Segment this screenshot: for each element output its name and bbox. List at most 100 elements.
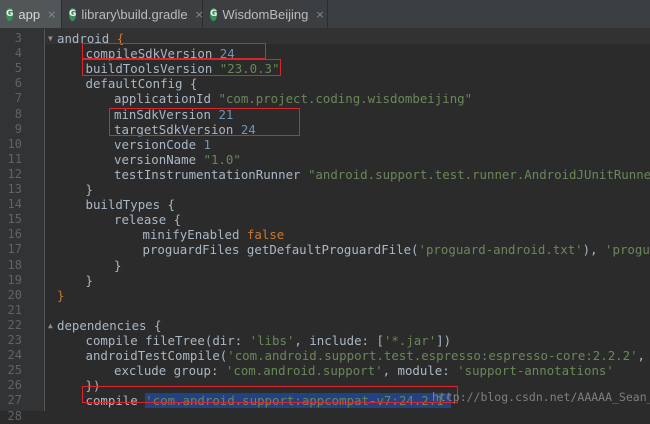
code-token: '*.jar'	[384, 333, 436, 348]
highlight-box-sdk-version	[82, 43, 266, 59]
code-line[interactable]: buildTypes {	[86, 197, 176, 212]
code-token: include:	[309, 333, 376, 348]
code-token: 1	[204, 137, 211, 152]
gradle-icon: G	[69, 8, 76, 21]
line-number: 27	[0, 393, 22, 408]
highlight-box-appcompat	[82, 386, 458, 403]
code-token: ,	[294, 333, 309, 348]
close-icon[interactable]: ×	[195, 8, 204, 21]
code-token: }	[57, 288, 64, 303]
code-line[interactable]: androidTestCompile('com.android.support.…	[86, 348, 650, 363]
line-number: 13	[0, 182, 22, 197]
line-number: 3	[0, 31, 22, 46]
code-token: }	[86, 182, 93, 197]
code-token: "android.support.test.runner.AndroidJUni…	[308, 167, 650, 182]
highlight-box-min-target-sdk	[109, 108, 300, 136]
code-token: 'com.android.support.test.espresso:espre…	[227, 348, 637, 363]
line-number: 15	[0, 212, 22, 227]
code-line[interactable]: proguardFiles getDefaultProguardFile('pr…	[143, 242, 650, 257]
tab-label: app	[18, 7, 40, 22]
code-token: 'com.android.support'	[226, 363, 383, 378]
tab-1[interactable]: Glibrary\build.gradle ×	[63, 0, 203, 28]
line-number: 24	[0, 348, 22, 363]
code-token: ])	[436, 333, 451, 348]
code-token: 'support-annotations'	[457, 363, 614, 378]
line-number: 26	[0, 378, 22, 393]
code-line[interactable]: compile fileTree(dir: 'libs', include: […	[86, 333, 452, 348]
code-token: buildTypes {	[86, 197, 176, 212]
line-number: 11	[0, 152, 22, 167]
code-token: proguardFiles getDefaultProguardFile(	[143, 242, 419, 257]
code-token: }	[86, 273, 93, 288]
line-number: 17	[0, 242, 22, 257]
highlight-box-build-tools	[82, 59, 281, 76]
code-token: "1.0"	[204, 152, 241, 167]
code-line[interactable]: minifyEnabled false	[143, 227, 285, 242]
fold-marker-icon[interactable]: ▲	[48, 318, 53, 333]
code-line[interactable]: versionCode 1	[114, 137, 211, 152]
close-icon[interactable]: ×	[47, 8, 56, 21]
tab-label: library\build.gradle	[81, 7, 187, 22]
code-line[interactable]: dependencies {	[57, 318, 161, 333]
line-number: 25	[0, 363, 22, 378]
code-token: compile fileTree(	[86, 333, 213, 348]
code-line[interactable]: testInstrumentationRunner "android.suppo…	[114, 167, 650, 182]
code-token: versionCode	[114, 137, 204, 152]
code-token: , {	[638, 348, 650, 363]
code-token: release {	[114, 212, 181, 227]
line-number: 12	[0, 167, 22, 182]
code-token: "com.project.coding.wisdombeijing"	[218, 91, 472, 106]
code-token: ),	[583, 242, 605, 257]
code-token: dir:	[212, 333, 249, 348]
line-number: 21	[0, 303, 22, 318]
code-token: androidTestCompile(	[86, 348, 228, 363]
code-token: dependencies {	[57, 318, 161, 333]
code-token: 'libs'	[250, 333, 295, 348]
code-token: 'proguard-android.txt'	[419, 242, 583, 257]
code-line[interactable]: exclude group: 'com.android.support', mo…	[114, 363, 614, 378]
close-icon[interactable]: ×	[315, 8, 324, 21]
code-token: }	[114, 258, 121, 273]
tab-0[interactable]: Gapp ×	[0, 0, 62, 28]
tab-2[interactable]: G WisdomBeijing ×	[204, 0, 328, 28]
code-token: , module:	[383, 363, 458, 378]
line-number: 16	[0, 227, 22, 242]
code-line[interactable]: }	[57, 288, 64, 303]
fold-marker-icon[interactable]: ▼	[48, 31, 53, 46]
code-line[interactable]: applicationId "com.project.coding.wisdom…	[114, 91, 472, 106]
line-number: 5	[0, 61, 22, 76]
gradle-icon: G	[210, 8, 217, 21]
line-number: 23	[0, 333, 22, 348]
watermark: http://blog.csdn.net/AAAAA_Sean_M	[432, 390, 650, 404]
code-line[interactable]: release {	[114, 212, 181, 227]
code-token: exclude group:	[114, 363, 226, 378]
code-token: testInstrumentationRunner	[114, 167, 308, 182]
line-number: 9	[0, 122, 22, 137]
code-editor[interactable]: android {compileSdkVersion 24buildToolsV…	[45, 29, 650, 411]
code-token: minifyEnabled	[143, 227, 247, 242]
code-line[interactable]: }	[86, 273, 93, 288]
code-line[interactable]: }	[86, 182, 93, 197]
code-line[interactable]: }	[114, 258, 121, 273]
line-number-gutter: 3456789101112131415161718192021222324252…	[0, 29, 45, 411]
tab-label: WisdomBeijing	[222, 7, 308, 22]
line-number: 6	[0, 76, 22, 91]
code-token: versionName	[114, 152, 204, 167]
line-number: 18	[0, 258, 22, 273]
gradle-icon: G	[6, 8, 13, 21]
code-token: [	[376, 333, 383, 348]
code-token: false	[247, 227, 284, 242]
line-number: 7	[0, 91, 22, 106]
line-number: 22	[0, 318, 22, 333]
code-line[interactable]: defaultConfig {	[86, 76, 198, 91]
line-number: 10	[0, 137, 22, 152]
line-number: 4	[0, 46, 22, 61]
code-token: 'proguard-	[605, 242, 650, 257]
code-line[interactable]: versionName "1.0"	[114, 152, 241, 167]
code-token: defaultConfig {	[86, 76, 198, 91]
code-token: applicationId	[114, 91, 218, 106]
line-number: 14	[0, 197, 22, 212]
line-number: 8	[0, 107, 22, 122]
line-number: 19	[0, 273, 22, 288]
line-number: 20	[0, 288, 22, 303]
